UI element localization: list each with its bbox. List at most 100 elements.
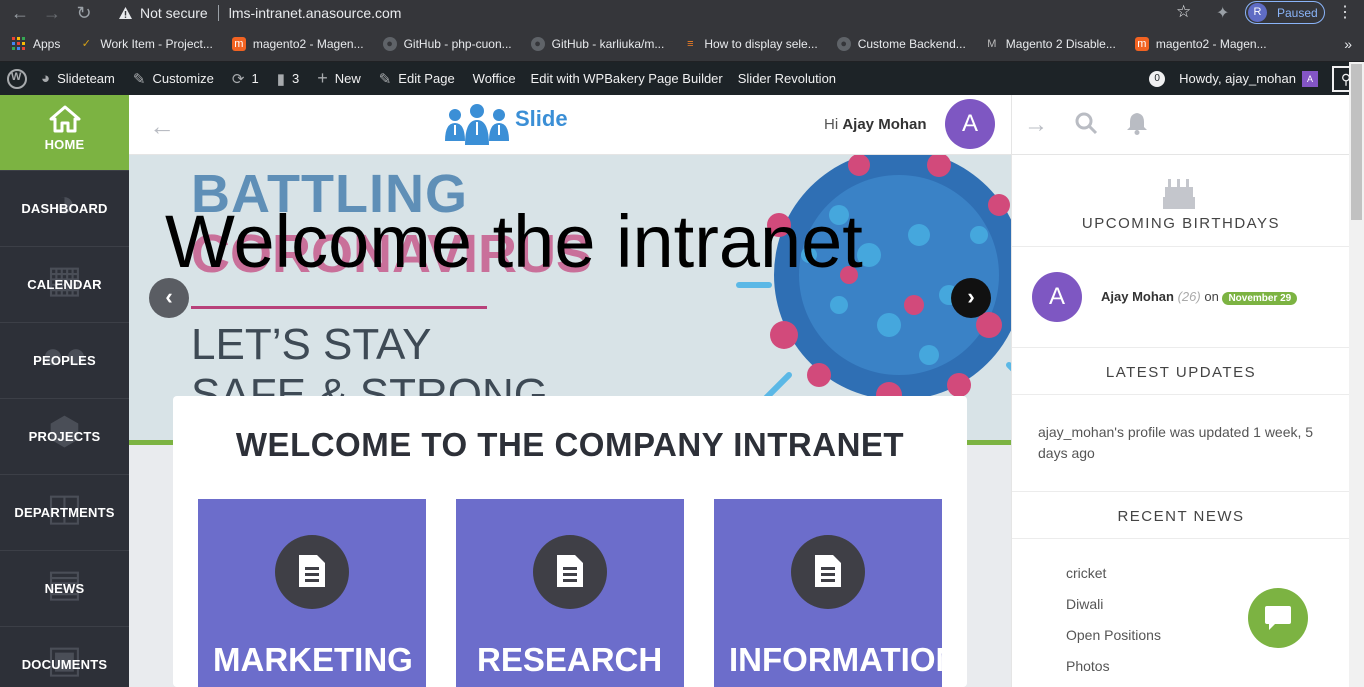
- admin-avatar[interactable]: A: [1302, 70, 1318, 87]
- wp-wpbakery[interactable]: Edit with WPBakery Page Builder: [531, 71, 723, 86]
- update-entry: ajay_mohan's profile was updated 1 week,…: [1038, 424, 1314, 461]
- tile-label: MARKETING: [213, 641, 413, 678]
- welcome-title: WELCOME TO THE COMPANY INTRANET: [235, 426, 905, 463]
- refresh-icon: ⟳: [231, 70, 245, 88]
- banner-headline: Welcome the intranet: [165, 200, 863, 283]
- url-text[interactable]: lms-intranet.anasource.com: [229, 5, 402, 21]
- news-link[interactable]: Photos: [1066, 658, 1110, 674]
- wp-customize[interactable]: ✎ Customize: [133, 70, 214, 88]
- forward-arrow-icon[interactable]: →: [42, 3, 62, 23]
- sidebar-item-news[interactable]: ▤ NEWS: [0, 551, 129, 627]
- sidebar-item-label: NEWS: [44, 581, 85, 596]
- sidebar-item-label: DOCUMENTS: [21, 657, 108, 672]
- extensions-puzzle-icon[interactable]: ✦: [1216, 3, 1229, 23]
- wp-updates[interactable]: ⟳ 1: [232, 70, 259, 88]
- news-link[interactable]: cricket: [1066, 565, 1106, 581]
- sidebar-item-projects[interactable]: ⬢ PROJECTS: [0, 399, 129, 475]
- site-logo[interactable]: Slide: [443, 101, 568, 149]
- scrollbar-thumb[interactable]: [1351, 64, 1362, 220]
- sidebar-item-calendar[interactable]: ▦ CALENDAR: [0, 247, 129, 323]
- kebab-menu-icon[interactable]: ⋮: [1337, 2, 1353, 22]
- back-arrow-icon[interactable]: ←: [10, 3, 30, 23]
- updates-count: 1: [251, 71, 259, 86]
- sidebar-item-label: DASHBOARD: [21, 201, 108, 216]
- arrow-right-icon[interactable]: →: [1024, 111, 1048, 139]
- bookmark-star-icon[interactable]: ☆: [1176, 2, 1191, 22]
- news-link[interactable]: Open Positions: [1066, 627, 1161, 643]
- github-icon: ●: [382, 36, 397, 51]
- birthday-age: (26): [1177, 289, 1201, 304]
- sidebar-item-departments[interactable]: ◫ DEPARTMENTS: [0, 475, 129, 551]
- bookmark-item[interactable]: ● GitHub - php-cuon...: [382, 36, 512, 51]
- sidebar-item-documents[interactable]: ▣ DOCUMENTS: [0, 627, 129, 687]
- notification-count-badge[interactable]: 0: [1149, 70, 1166, 87]
- sidebar-item-label: CALENDAR: [27, 277, 102, 292]
- security-label: Not secure: [140, 4, 208, 21]
- wp-edit-page[interactable]: ✎ Edit Page: [379, 70, 455, 88]
- bookmark-item[interactable]: M Magento 2 Disable...: [985, 37, 1116, 51]
- people-logo-icon: [443, 101, 511, 149]
- sidebar-item-home[interactable]: HOME: [0, 95, 129, 171]
- sidebar-item-dashboard[interactable]: ◕ DASHBOARD: [0, 171, 129, 247]
- wordpress-logo-icon[interactable]: [7, 68, 27, 89]
- azure-devops-icon: ✓: [81, 37, 91, 50]
- bookmark-label: Custome Backend...: [857, 36, 966, 51]
- bookmark-item[interactable]: m magento2 - Magen...: [231, 36, 364, 51]
- bookmark-item[interactable]: m magento2 - Magen...: [1134, 36, 1267, 51]
- birthday-cake-icon: [1163, 179, 1195, 209]
- wp-new[interactable]: + New: [317, 68, 361, 89]
- divider: [217, 4, 219, 21]
- tile-information[interactable]: INFORMATION: [714, 499, 959, 687]
- wp-woffice[interactable]: Woffice: [473, 71, 516, 86]
- edit-page-label: Edit Page: [398, 71, 455, 86]
- arrow-left-icon[interactable]: ←: [149, 111, 175, 142]
- chat-button[interactable]: [1248, 588, 1308, 648]
- tile-research[interactable]: RESEARCH: [456, 499, 684, 687]
- bookmark-item[interactable]: ● Custome Backend...: [836, 36, 966, 51]
- slider-next-button[interactable]: ›: [951, 278, 991, 318]
- page-scrollbar[interactable]: [1349, 62, 1364, 687]
- browser-toolbar: ← → ↻ Not secure lms-intranet.anasource.…: [0, 0, 1364, 26]
- address-bar[interactable]: Not secure lms-intranet.anasource.com: [106, 0, 1206, 25]
- sidebar-nav: HOME ◕ DASHBOARD ▦ CALENDAR ●● PEOPLES ⬢…: [0, 95, 129, 687]
- banner-bg-line3: LET’S STAY: [191, 320, 432, 369]
- divider: [1012, 491, 1350, 492]
- bookmark-apps[interactable]: Apps: [12, 36, 61, 51]
- profile-button[interactable]: R Paused: [1245, 1, 1325, 24]
- tile-label: RESEARCH: [477, 641, 663, 678]
- birthday-entry: Ajay Mohan (26) on November 29: [1101, 289, 1298, 305]
- pencil-icon: ✎: [378, 70, 392, 88]
- reload-icon[interactable]: ↻: [74, 3, 94, 23]
- more-bookmarks-button[interactable]: »: [1344, 36, 1352, 52]
- bookmark-item[interactable]: ≡ How to display sele...: [683, 37, 818, 51]
- tile-label: INFORMATION: [729, 641, 960, 678]
- document-icon: [533, 535, 607, 609]
- comments-count: 3: [291, 71, 300, 86]
- howdy-user[interactable]: Howdy, ajay_mohan: [1179, 71, 1296, 86]
- news-link[interactable]: Diwali: [1066, 596, 1103, 612]
- wp-comments[interactable]: ▮ 3: [277, 70, 300, 88]
- bookmarks-bar: Apps ✓ Work Item - Project... m magento2…: [0, 26, 1364, 62]
- header-actions: →: [1011, 95, 1349, 155]
- news-title: RECENT NEWS: [1117, 508, 1245, 525]
- bookmark-label: Apps: [33, 36, 61, 51]
- document-icon: [791, 535, 865, 609]
- birthday-name[interactable]: Ajay Mohan: [1101, 289, 1174, 304]
- welcome-card: WELCOME TO THE COMPANY INTRANET MARKETIN…: [173, 396, 967, 687]
- bookmark-label: Magento 2 Disable...: [1005, 36, 1116, 51]
- avatar[interactable]: A: [1032, 272, 1082, 322]
- wp-site-name[interactable]: ◕ Slideteam: [41, 70, 115, 87]
- slider-prev-button[interactable]: ‹: [149, 278, 189, 318]
- avatar[interactable]: A: [945, 99, 995, 149]
- search-icon[interactable]: [1074, 111, 1098, 142]
- bookmark-item[interactable]: ● GitHub - karliuka/m...: [530, 36, 664, 51]
- bell-icon[interactable]: [1126, 111, 1148, 142]
- site-name-label: Slideteam: [57, 71, 115, 86]
- sidebar-item-peoples[interactable]: ●● PEOPLES: [0, 323, 129, 399]
- bookmark-item[interactable]: ✓ Work Item - Project...: [79, 37, 213, 51]
- comment-icon: ▮: [276, 70, 285, 88]
- wp-slider-revolution[interactable]: Slider Revolution: [738, 71, 836, 86]
- chevron-right-double-icon: »: [1344, 35, 1352, 52]
- tile-marketing[interactable]: MARKETING: [198, 499, 426, 687]
- bookmark-label: magento2 - Magen...: [1155, 36, 1267, 51]
